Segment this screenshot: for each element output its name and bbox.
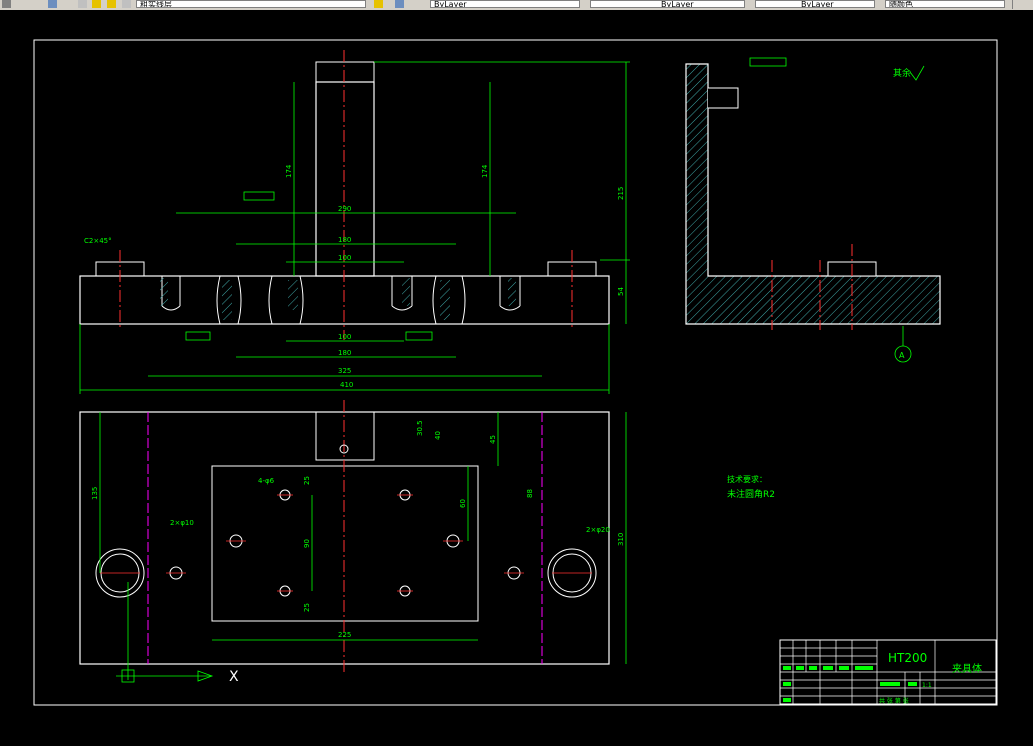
color-dropdown[interactable]: ByLayer — [430, 0, 580, 8]
plotstyle-dropdown[interactable]: 随颜色 — [885, 0, 1005, 8]
surface-finish-note: 其余 — [893, 67, 911, 79]
layer-manager-icon[interactable] — [2, 0, 11, 8]
part-name: 夹具体 — [952, 662, 982, 675]
dim-100-bottom: 100 — [338, 333, 351, 341]
dim-45: 45 — [489, 435, 497, 444]
dim-40: 40 — [434, 431, 442, 440]
top-view: 225 90 25 25 60 310 135 88 45 40 30.5 4-… — [79, 400, 627, 685]
layer-previous-icon[interactable] — [395, 0, 404, 8]
chamfer-note: C2×45° — [84, 237, 112, 245]
hole-note-2x20: 2×φ20 — [586, 526, 610, 534]
dim-215: 215 — [617, 187, 625, 200]
layer-state-icon[interactable] — [48, 0, 57, 8]
dim-174-left: 174 — [285, 164, 293, 178]
hole-note-4x6: 4-φ6 — [258, 477, 275, 485]
dim-90: 90 — [303, 539, 311, 548]
sun-icon[interactable] — [107, 0, 116, 8]
upright-column — [315, 81, 375, 277]
dim-54: 54 — [617, 287, 625, 296]
scale-cell: 1:1 — [922, 682, 932, 689]
dim-135: 135 — [91, 487, 99, 500]
title-block: 1:1 共 张 第 张 HT200 夹具体 — [779, 639, 997, 705]
dim-25-bottom: 25 — [303, 603, 311, 612]
lineweight-dropdown-value: ByLayer — [801, 0, 834, 8]
datum-label: A — [899, 351, 905, 360]
dim-225: 225 — [338, 631, 351, 639]
lock-icon[interactable] — [122, 0, 131, 8]
toolbar-end-grip — [1012, 0, 1033, 9]
lightbulb-icon[interactable] — [92, 0, 101, 8]
linetype-dropdown-value: ByLayer — [661, 0, 694, 8]
cad-drawing: 410 325 180 100 290 180 100 215 54 174 1… — [33, 39, 998, 706]
dim-310: 310 — [617, 533, 625, 546]
lineweight-dropdown[interactable]: ByLayer — [755, 0, 875, 8]
dim-88: 88 — [526, 489, 534, 498]
dim-60: 60 — [459, 499, 467, 508]
front-view: 410 325 180 100 290 180 100 215 54 174 1… — [79, 50, 630, 394]
dim-100-top: 100 — [338, 254, 351, 262]
dim-30-5: 30.5 — [416, 420, 424, 436]
sheet-border — [33, 39, 998, 706]
dim-180-bottom: 180 — [338, 349, 351, 357]
dim-180-top: 180 — [338, 236, 351, 244]
tech-req-line: 未注圆角R2 — [727, 488, 775, 500]
sheet-cell: 共 张 第 张 — [879, 697, 909, 705]
make-current-icon[interactable] — [374, 0, 383, 8]
color-dropdown-value: ByLayer — [434, 0, 467, 8]
layer-dropdown-value: 粗实线层 — [140, 0, 172, 8]
ucs-x-label: X — [229, 669, 239, 685]
tech-req-title: 技术要求： — [727, 474, 767, 484]
dim-174-right: 174 — [481, 164, 489, 178]
column-cap — [315, 61, 375, 83]
layer-dropdown[interactable]: 粗实线层 — [136, 0, 366, 8]
hole-note-2x10: 2×φ10 — [170, 519, 194, 527]
dim-25-top: 25 — [303, 476, 311, 485]
part-code: HT200 — [888, 651, 927, 665]
linetype-dropdown[interactable]: ByLayer — [590, 0, 745, 8]
drawing-canvas[interactable]: 410 325 180 100 290 180 100 215 54 174 1… — [0, 10, 1033, 742]
freeze-icon[interactable] — [78, 0, 87, 8]
plotstyle-dropdown-value: 随颜色 — [889, 0, 913, 8]
dim-290: 290 — [338, 205, 351, 213]
dim-410: 410 — [340, 381, 353, 389]
side-view: 其余 A — [685, 57, 941, 363]
dim-325: 325 — [338, 367, 351, 375]
